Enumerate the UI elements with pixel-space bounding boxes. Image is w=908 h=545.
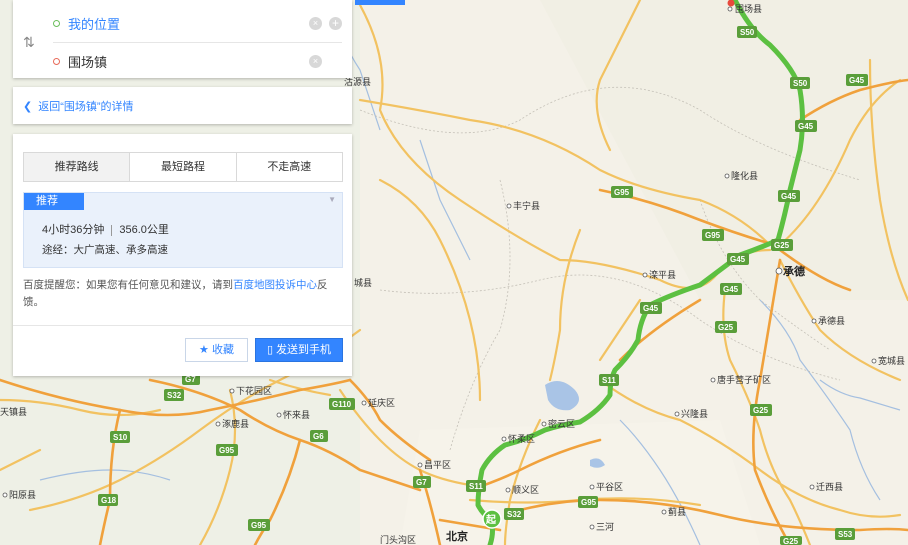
route-via: 途经：大广高速、承多高速 xyxy=(42,244,168,256)
road-shield-label: G18 xyxy=(101,496,117,505)
place-label: 宽城县 xyxy=(878,355,905,366)
place-label: 迁西县 xyxy=(816,482,843,492)
place-label: 延庆区 xyxy=(368,397,395,408)
clear-start-icon[interactable]: × xyxy=(309,16,322,30)
road-shield-label: S32 xyxy=(507,510,522,519)
divider xyxy=(13,325,352,326)
road-shield-label: S11 xyxy=(469,482,483,491)
phone-icon: ▯ xyxy=(266,344,273,356)
place-label: 三河 xyxy=(596,521,614,532)
end-location-row[interactable]: 围场镇 × xyxy=(53,42,342,80)
road-shield-label: S50 xyxy=(740,28,755,37)
road-shield-label: S32 xyxy=(167,391,182,400)
road-shield-label: G45 xyxy=(723,285,739,294)
road-shield-label: G95 xyxy=(581,498,597,507)
road-shield-label: G25 xyxy=(753,406,769,415)
add-waypoint-icon[interactable]: + xyxy=(329,16,342,30)
swap-icon[interactable]: ⇅ xyxy=(23,34,35,51)
send-to-phone-button[interactable]: ▯ 发送到手机 xyxy=(255,338,343,362)
end-location-input[interactable]: 围场镇 xyxy=(68,52,107,71)
back-link[interactable]: ❮ 返回“围场镇”的详情 xyxy=(23,98,134,114)
chevron-left-icon: ❮ xyxy=(23,101,33,113)
road-shield-label: G25 xyxy=(718,323,734,332)
road-shield-label: S10 xyxy=(113,433,128,442)
favorite-button[interactable]: ★ 收藏 xyxy=(185,338,248,362)
road-shield-label: G45 xyxy=(730,255,746,264)
recommended-badge: 推荐 xyxy=(24,193,84,210)
road-shield-label: G45 xyxy=(781,192,797,201)
route-distance: 356.0公里 xyxy=(119,224,169,236)
road-shield-label: G95 xyxy=(705,231,721,240)
place-label: 承德县 xyxy=(818,315,845,326)
road-shield-label: G95 xyxy=(219,446,235,455)
route-panel: 推荐路线 最短路程 不走高速 推荐 ▼ 4小时36分钟 356.0公里 途经：大广… xyxy=(13,134,352,376)
route-time: 4小时36分钟 xyxy=(42,224,105,236)
place-label: 唐手营子矿区 xyxy=(717,374,771,385)
road-shield-label: G110 xyxy=(332,400,352,409)
place-label: 顺义区 xyxy=(512,485,539,495)
tab-no-highway[interactable]: 不走高速 xyxy=(236,153,342,181)
place-label: 怀柔区 xyxy=(508,433,535,444)
place-label: 平谷区 xyxy=(596,482,623,492)
start-location-input[interactable]: 我的位置 xyxy=(68,14,120,33)
place-label: 昌平区 xyxy=(424,460,451,470)
road-shield-label: S50 xyxy=(793,79,808,88)
place-label: 下花园区 xyxy=(236,385,272,396)
place-label: 阳原县 xyxy=(9,490,36,500)
place-label: 北京 xyxy=(446,529,468,543)
star-icon: ★ xyxy=(199,344,209,356)
start-location-row[interactable]: 我的位置 × + xyxy=(53,4,342,43)
road-shield-label: G25 xyxy=(774,241,790,250)
road-shield-label: G95 xyxy=(251,521,267,530)
road-shield-label: G95 xyxy=(614,188,630,197)
start-marker-icon: 起 xyxy=(482,509,502,529)
back-panel: ❮ 返回“围场镇”的详情 xyxy=(13,87,352,124)
tab-shortest[interactable]: 最短路程 xyxy=(130,153,237,181)
place-label: 城县 xyxy=(354,278,372,288)
feedback-notice: 百度提醒您：如果您有任何意见和建议，请到百度地图投诉中心反馈。 xyxy=(23,279,328,308)
place-label: 密云区 xyxy=(548,418,575,429)
top-bar-accent xyxy=(355,0,405,5)
place-label: 蓟县 xyxy=(668,506,686,517)
road-shield-label: G7 xyxy=(185,375,196,384)
place-label: 隆化县 xyxy=(731,170,758,181)
road-shield-label: G7 xyxy=(416,478,427,487)
route-search-panel: ⇅ 我的位置 × + 围场镇 × xyxy=(13,0,352,78)
clear-end-icon[interactable]: × xyxy=(309,54,322,68)
place-label: 门头沟区 xyxy=(380,534,416,545)
place-label: 承德 xyxy=(783,264,805,278)
place-label: 丰宁县 xyxy=(513,200,540,211)
end-dot-icon xyxy=(53,57,60,65)
place-label: 天镇县 xyxy=(0,406,27,417)
road-shield-label: S53 xyxy=(838,530,853,539)
place-label: 涿鹿县 xyxy=(222,418,249,429)
road-shield-label: G25 xyxy=(783,537,799,545)
road-shield-label: S11 xyxy=(602,376,616,385)
complaint-center-link[interactable]: 百度地图投诉中心 xyxy=(233,279,317,291)
road-shield-label: G45 xyxy=(643,304,659,313)
place-label: 怀来县 xyxy=(283,409,310,420)
place-label: 起 xyxy=(485,513,497,526)
place-label: 滦平县 xyxy=(649,269,676,280)
tab-recommended[interactable]: 推荐路线 xyxy=(24,153,131,181)
chevron-down-icon[interactable]: ▼ xyxy=(328,195,336,204)
place-label: 围场县 xyxy=(735,4,762,14)
start-dot-icon xyxy=(53,19,60,27)
route-tabs: 推荐路线 最短路程 不走高速 xyxy=(23,152,343,182)
route-card[interactable]: 推荐 ▼ 4小时36分钟 356.0公里 途经：大广高速、承多高速 xyxy=(23,192,343,268)
road-shield-label: G45 xyxy=(849,76,865,85)
road-shield-label: G6 xyxy=(313,432,324,441)
route-summary: 4小时36分钟 356.0公里 xyxy=(42,221,169,237)
road-shield-label: G45 xyxy=(798,122,814,131)
place-label: 兴隆县 xyxy=(681,408,708,419)
